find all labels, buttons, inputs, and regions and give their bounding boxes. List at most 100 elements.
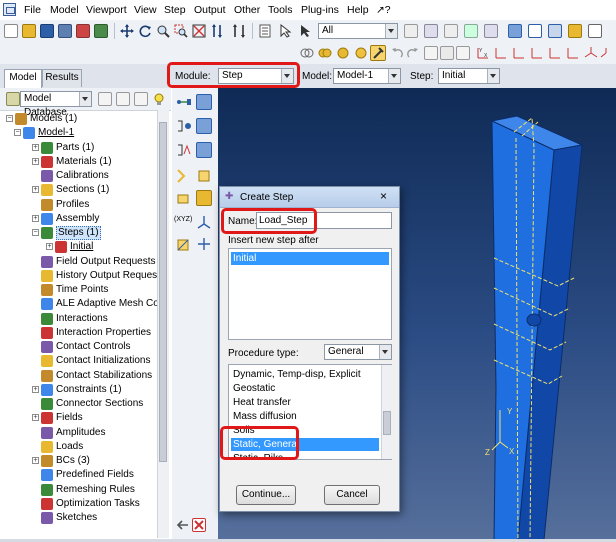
procedure-scrollbar[interactable] [381,365,392,459]
save-as-icon[interactable] [58,24,72,38]
iso-view-icon[interactable] [588,24,602,38]
tree-node[interactable]: + BCs (3) [0,454,156,468]
tree-node[interactable]: ALE Adaptive Mesh Cor [0,297,162,311]
tree-node[interactable]: Field Output Requests [0,255,156,269]
tree-node[interactable]: + Sections (1) [0,183,156,197]
menu-viewport[interactable]: Viewport [86,4,127,16]
hidden-cube-icon[interactable] [548,24,562,38]
tree-node[interactable]: + Fields [0,411,156,425]
fit-view-icon[interactable] [192,24,206,38]
menu-step[interactable]: Step [164,4,186,16]
view-zx-icon[interactable] [530,46,544,60]
hammer-icon[interactable] [370,45,386,61]
arrow-select-icon[interactable] [298,24,312,38]
collapse-icon[interactable]: − [6,115,13,122]
shaded-cube-icon[interactable] [508,24,522,38]
menu-output[interactable]: Output [194,4,226,16]
continue-button[interactable]: Continue... [236,485,296,505]
expand-icon[interactable]: + [32,214,39,222]
procedure-scrollbar-thumb[interactable] [383,411,391,435]
close-icon[interactable]: × [380,189,387,203]
menu-model[interactable]: Model [50,4,79,16]
color-code-icon[interactable] [336,46,350,60]
datum-csys-icon[interactable] [196,214,212,230]
selection-filter-combo[interactable]: All [318,23,398,39]
insert-after-list[interactable]: Initial [228,248,392,340]
expand-icon[interactable]: + [32,157,39,165]
procedure-item[interactable]: Heat transfer [231,396,379,409]
tree-node[interactable]: Interactions [0,312,156,326]
tree-filter-icon[interactable] [134,92,148,106]
dialog-titlebar[interactable]: ✚ Create Step × [220,187,399,208]
collapse-icon[interactable]: − [32,229,39,236]
auto-fit-icon[interactable] [210,24,224,38]
menu-whats-this[interactable]: ↗? [376,4,391,16]
adaptive-mesh-icon[interactable] [176,168,192,184]
history-output-manager-icon[interactable] [196,142,212,158]
tab-results[interactable]: Results [42,69,82,87]
tree-node[interactable]: − Models (1) [0,112,156,126]
view-more-icon[interactable] [600,46,612,60]
procedure-type-combo[interactable]: General [324,344,392,360]
menu-plugins[interactable]: Plug-ins [301,4,339,16]
copy-view-icon[interactable] [424,46,438,60]
view-yx-icon[interactable] [566,46,580,60]
zoom-icon[interactable] [156,24,170,38]
view-cut-icon[interactable] [484,24,498,38]
back-arrow-icon[interactable] [176,518,190,532]
procedure-item[interactable]: Geostatic [231,382,379,395]
partition-tool-icon[interactable] [176,236,192,252]
step-manager-icon[interactable] [196,94,212,110]
tree-node[interactable]: − Model-1 [0,126,156,140]
tree-scrollbar[interactable] [157,110,169,538]
tree-node[interactable]: Calibrations [0,169,156,183]
tree-node[interactable]: + Constraints (1) [0,383,156,397]
menu-other[interactable]: Other [234,4,260,16]
tree-node[interactable]: Predefined Fields [0,468,156,482]
tree-node[interactable]: Amplitudes [0,426,156,440]
link-view-icon[interactable] [440,46,454,60]
render-toggle-icon[interactable] [354,46,368,60]
grid-view-icon[interactable] [456,46,470,60]
selection-tool-icon[interactable] [278,23,292,38]
tree-node[interactable]: Time Points [0,283,156,297]
tree-node[interactable]: Interaction Properties [0,326,156,340]
expand-icon[interactable]: + [32,385,39,393]
tree-node[interactable]: Contact Initializations [0,354,156,368]
render-style-icon[interactable] [300,46,314,60]
menu-tools[interactable]: Tools [268,4,293,16]
print-icon[interactable] [76,24,90,38]
box-zoom-icon[interactable] [174,24,188,38]
database-icon[interactable] [94,24,108,38]
create-step-icon[interactable] [176,94,192,110]
wireframe-cube-icon[interactable] [528,24,542,38]
datum-icon[interactable] [424,24,438,38]
tab-model[interactable]: Model [4,69,42,88]
filled-render-icon[interactable] [318,46,332,60]
insert-item-initial[interactable]: Initial [231,252,389,265]
datum-tool-icon[interactable] [196,236,212,252]
collapse-icon[interactable]: − [14,129,21,137]
cancel-button[interactable]: Cancel [324,485,380,505]
tree-node[interactable]: + Initial [0,240,156,254]
undo-icon[interactable] [390,46,404,60]
model-combo[interactable]: Model-1 [333,68,401,84]
step-combo[interactable]: Initial [438,68,500,84]
expand-icon[interactable]: + [32,457,39,464]
expand-icon[interactable]: + [32,186,39,194]
tree-node[interactable]: Optimization Tasks [0,497,156,511]
rotate-icon[interactable] [138,24,152,38]
cycle-views-icon[interactable] [232,24,246,38]
tree-node[interactable]: + Assembly [0,212,156,226]
open-folder-icon[interactable] [22,24,36,38]
tree-collapse-icon[interactable] [116,92,130,106]
tree-node[interactable]: − Steps (1) [0,226,156,240]
ale-manager-icon[interactable] [196,190,212,206]
tree-node[interactable]: + Parts (1) [0,141,156,155]
procedure-item[interactable]: Mass diffusion [231,410,379,423]
procedure-item[interactable]: Dynamic, Temp-disp, Explicit [231,368,379,381]
tree-node[interactable]: Contact Controls [0,340,156,354]
assign-icon[interactable] [464,24,478,38]
tree-node[interactable]: Contact Stabilizations [0,369,156,383]
redo-icon[interactable] [406,46,420,60]
